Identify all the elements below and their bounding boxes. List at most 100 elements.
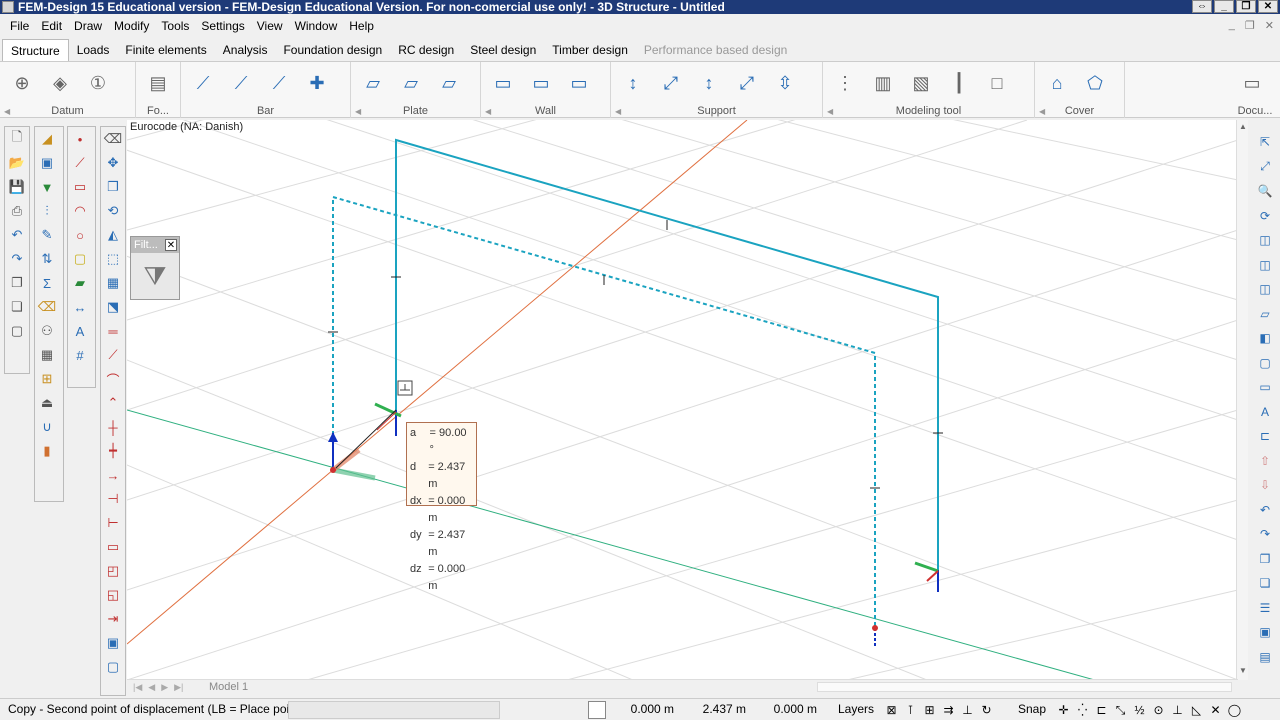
snap-point-icon[interactable]: ✛ bbox=[1054, 701, 1073, 719]
ortho-icon[interactable]: ⊺ bbox=[901, 701, 920, 719]
sum-icon[interactable]: Σ bbox=[35, 271, 59, 295]
coordinate-system-icon[interactable] bbox=[588, 701, 606, 719]
mirror-icon[interactable]: ◭ bbox=[101, 223, 125, 247]
offset-icon[interactable]: ═ bbox=[101, 319, 125, 343]
plate-timber-icon[interactable]: ▱ bbox=[433, 69, 465, 97]
open-folder-icon[interactable]: 📂 bbox=[5, 151, 29, 175]
foundation-icon[interactable]: ▤ bbox=[142, 69, 174, 97]
ungroup-icon[interactable]: ▢ bbox=[101, 655, 125, 679]
scale-icon[interactable]: ⬚ bbox=[101, 247, 125, 271]
cut-rect-icon[interactable]: ◱ bbox=[101, 583, 125, 607]
tab-foundation-design[interactable]: Foundation design bbox=[275, 39, 390, 61]
last-tab-icon[interactable]: ▶| bbox=[174, 680, 183, 694]
close-button[interactable]: ✕ bbox=[1258, 0, 1278, 13]
arrow-down-icon[interactable]: ⇩ bbox=[1253, 473, 1277, 498]
horizontal-scrollbar[interactable] bbox=[817, 682, 1232, 692]
menu-draw[interactable]: Draw bbox=[68, 16, 108, 36]
view-top-icon[interactable]: ◫ bbox=[1253, 277, 1277, 302]
dimension-view-icon[interactable]: ⊏ bbox=[1253, 424, 1277, 449]
clipboard-icon[interactable]: ▢ bbox=[5, 319, 29, 343]
circle-draw-icon[interactable]: ○ bbox=[68, 223, 92, 247]
render-icon[interactable]: ▣ bbox=[1253, 620, 1277, 645]
undo-view-icon[interactable]: ↶ bbox=[1253, 498, 1277, 523]
zoom-extents-icon[interactable]: ⇱ bbox=[1253, 130, 1277, 155]
cover-pentagon-icon[interactable]: ⬠ bbox=[1079, 69, 1111, 97]
view-cube-icon[interactable]: ◧ bbox=[1253, 326, 1277, 351]
rigid-link-icon[interactable]: ┃ bbox=[943, 69, 975, 97]
datum-plane-icon[interactable]: ◈ bbox=[44, 69, 76, 97]
fictitious-bar-icon[interactable]: ▥ bbox=[867, 69, 899, 97]
snap-button[interactable]: Snap bbox=[1018, 702, 1046, 716]
scroll-up-icon[interactable]: ▲ bbox=[1237, 122, 1249, 134]
documentation-icon[interactable]: ▭ bbox=[1236, 69, 1268, 97]
up-icon[interactable]: ⊥ bbox=[958, 701, 977, 719]
box-icon[interactable]: ▰ bbox=[68, 271, 92, 295]
line-support-group-icon[interactable]: ⤢ bbox=[731, 69, 763, 97]
grid-snap-icon[interactable]: ⊞ bbox=[920, 701, 939, 719]
prev-tab-icon[interactable]: ◀ bbox=[148, 680, 155, 694]
menu-view[interactable]: View bbox=[251, 16, 289, 36]
snap-grid-icon[interactable]: ⁛ bbox=[1073, 701, 1092, 719]
close-icon[interactable]: ✕ bbox=[165, 239, 177, 251]
view-front-icon[interactable]: ◫ bbox=[1253, 228, 1277, 253]
sort-icon[interactable]: ⇅ bbox=[35, 247, 59, 271]
object-properties-icon[interactable]: ▣ bbox=[35, 151, 59, 175]
surface-support-icon[interactable]: ⇳ bbox=[769, 69, 801, 97]
trim-icon[interactable]: ⊣ bbox=[101, 487, 125, 511]
arc-draw-icon[interactable]: ◠ bbox=[68, 199, 92, 223]
structure-view[interactable] bbox=[127, 120, 1238, 680]
minimize-button[interactable]: _ bbox=[1214, 0, 1234, 13]
snap-end-icon[interactable]: ⤡ bbox=[1111, 701, 1130, 719]
region-fill-icon[interactable]: ▢ bbox=[68, 247, 92, 271]
tab-finite-elements[interactable]: Finite elements bbox=[117, 39, 214, 61]
shade-icon[interactable]: ▤ bbox=[1253, 645, 1277, 670]
layers-button[interactable]: Layers bbox=[838, 702, 874, 716]
maximize-button[interactable]: ❐ bbox=[1236, 0, 1256, 13]
copy-icon[interactable]: ❐ bbox=[5, 271, 29, 295]
add-layer-icon[interactable]: ⊞ bbox=[35, 367, 59, 391]
wall-timber-icon[interactable]: ▭ bbox=[563, 69, 595, 97]
restore-size-icon[interactable]: ⇔ bbox=[1192, 0, 1212, 13]
line-support-icon[interactable]: ↕ bbox=[693, 69, 725, 97]
save-icon[interactable]: 💾 bbox=[5, 175, 29, 199]
dimension-icon[interactable]: ↔ bbox=[68, 295, 92, 319]
layers-view-icon[interactable]: ☰ bbox=[1253, 596, 1277, 621]
wall-profiled-icon[interactable]: ▭ bbox=[525, 69, 557, 97]
weight-icon[interactable]: ⏏ bbox=[35, 391, 59, 415]
move-icon[interactable]: ✥ bbox=[101, 151, 125, 175]
app-icon[interactable] bbox=[2, 1, 14, 13]
filter-icon[interactable]: ▼ bbox=[35, 175, 59, 199]
snap-perp-icon[interactable]: ⊥ bbox=[1168, 701, 1187, 719]
view-side-icon[interactable]: ◫ bbox=[1253, 253, 1277, 278]
wall-icon[interactable]: ▭ bbox=[487, 69, 519, 97]
snap-half-icon[interactable]: ½ bbox=[1130, 701, 1149, 719]
tab-structure[interactable]: Structure bbox=[2, 39, 69, 61]
explode-icon[interactable]: ▭ bbox=[101, 535, 125, 559]
doc-restore-icon[interactable]: ❐ bbox=[1245, 19, 1255, 32]
point-support-group-icon[interactable]: ⤢ bbox=[655, 69, 687, 97]
connection-icon[interactable]: ⋮ bbox=[829, 69, 861, 97]
3d-viewport[interactable]: Eurocode (NA: Danish) bbox=[127, 120, 1238, 680]
fictitious-shell-icon[interactable]: ▧ bbox=[905, 69, 937, 97]
rotate-view-icon[interactable]: ⟳ bbox=[1253, 204, 1277, 229]
menu-file[interactable]: File bbox=[4, 16, 35, 36]
snap-corner-icon[interactable]: ⊏ bbox=[1092, 701, 1111, 719]
rotate-icon[interactable]: ⟲ bbox=[101, 199, 125, 223]
menu-tools[interactable]: Tools bbox=[155, 16, 195, 36]
cover-icon[interactable]: ⌂ bbox=[1041, 69, 1073, 97]
window-cascade-icon[interactable]: ❐ bbox=[1253, 547, 1277, 572]
extend-icon[interactable]: ⟋ bbox=[101, 343, 125, 367]
command-input[interactable] bbox=[288, 701, 500, 719]
magnet-icon[interactable]: ∪ bbox=[35, 415, 59, 439]
snap-cross-icon[interactable]: ✕ bbox=[1206, 701, 1225, 719]
snap-circle-icon[interactable]: ◯ bbox=[1225, 701, 1244, 719]
redo-icon[interactable]: ↷ bbox=[5, 247, 29, 271]
datum-point-icon[interactable]: ⊕ bbox=[6, 69, 38, 97]
fillet-icon[interactable]: ⌒ bbox=[101, 367, 125, 391]
layers-icon[interactable]: ⫶ bbox=[35, 199, 59, 223]
point-support-icon[interactable]: ↕ bbox=[617, 69, 649, 97]
text-size-icon[interactable]: A bbox=[1253, 400, 1277, 425]
bar-truss-icon[interactable]: ⟋ bbox=[263, 69, 295, 97]
funnel-icon[interactable]: ⧩ bbox=[135, 257, 175, 297]
eraser-icon[interactable]: ⌫ bbox=[35, 295, 59, 319]
